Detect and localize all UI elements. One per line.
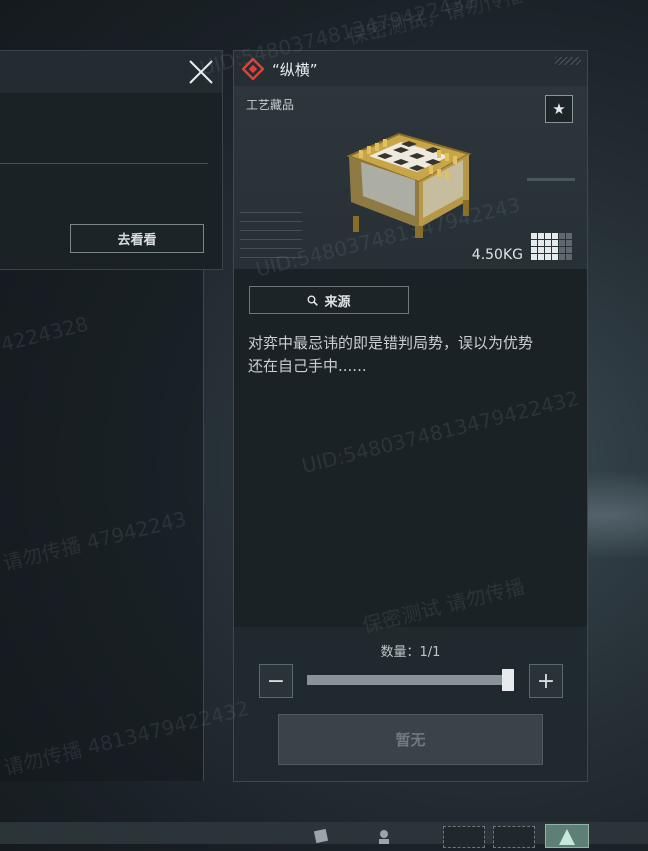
- quick-slot[interactable]: [493, 826, 535, 848]
- size-grid-cell: [566, 233, 572, 239]
- size-grid-cell: [566, 240, 572, 246]
- go-look-button[interactable]: 去看看: [70, 224, 204, 253]
- cards-icon[interactable]: [312, 828, 332, 844]
- size-grid-cell: [545, 247, 551, 253]
- minus-icon: −: [266, 668, 286, 694]
- item-detail-panel: “纵横” 工艺藏品 ★ 4.50KG 来源 对弈中最忌讳的即是错判局势，误以为优…: [233, 50, 588, 782]
- quantity-slider-thumb[interactable]: [502, 669, 514, 691]
- header-hatch-decoration: [555, 57, 581, 65]
- size-grid-cell: [566, 254, 572, 260]
- size-grid-cell: [552, 247, 558, 253]
- image-decoration-lines: [240, 210, 302, 258]
- decrease-quantity-button[interactable]: −: [259, 664, 293, 698]
- size-grid-cell: [552, 240, 558, 246]
- favorite-button[interactable]: ★: [545, 95, 573, 123]
- item-category: 工艺藏品: [246, 98, 295, 112]
- source-button-label: 来源: [324, 294, 351, 310]
- left-dialog-header: [0, 51, 222, 93]
- size-grid-cell: [552, 233, 558, 239]
- size-grid-cell: [545, 254, 551, 260]
- left-dialog: 去看看: [0, 50, 223, 270]
- diamond-icon: [242, 58, 264, 80]
- confirm-button-disabled: 暂无: [278, 714, 543, 765]
- item-image-area: 工艺藏品 ★ 4.50KG: [234, 86, 587, 269]
- image-decoration-bar: [527, 178, 575, 181]
- item-weight: 4.50KG: [471, 247, 523, 263]
- size-grid-cell: [552, 254, 558, 260]
- quantity-slider[interactable]: [307, 675, 513, 685]
- size-grid-cell: [559, 233, 565, 239]
- size-grid-cell: [559, 254, 565, 260]
- size-grid-cell: [566, 247, 572, 253]
- size-grid-cell: [559, 247, 565, 253]
- plus-icon: +: [536, 668, 556, 694]
- increase-quantity-button[interactable]: +: [529, 664, 563, 698]
- quantity-section: 数量：1/1 − + 暂无: [234, 627, 587, 781]
- user-icon[interactable]: [376, 828, 396, 844]
- size-grid-cell: [545, 233, 551, 239]
- size-grid-cell: [538, 254, 544, 260]
- item-size-grid: [531, 233, 573, 261]
- item-description-line: 对弈中最忌讳的即是错判局势，误以为优势: [248, 334, 534, 352]
- quick-slot[interactable]: [443, 826, 485, 848]
- close-icon[interactable]: [188, 59, 214, 85]
- size-grid-cell: [545, 240, 551, 246]
- size-grid-cell: [559, 240, 565, 246]
- source-button[interactable]: 来源: [249, 286, 409, 314]
- active-slot[interactable]: [545, 824, 589, 848]
- size-grid-cell: [531, 240, 537, 246]
- item-description: 对弈中最忌讳的即是错判局势，误以为优势 还在自己手中......: [248, 332, 578, 378]
- search-icon: [307, 295, 319, 306]
- size-grid-cell: [538, 240, 544, 246]
- bottom-toolbar: [0, 822, 648, 848]
- item-header: “纵横”: [234, 51, 587, 86]
- left-dialog-divider: [0, 163, 208, 164]
- size-grid-cell: [531, 247, 537, 253]
- watermark: 保密测试，请勿传播: [345, 0, 526, 50]
- size-grid-cell: [531, 254, 537, 260]
- item-title: “纵横”: [272, 61, 318, 79]
- left-background-panel: [0, 268, 204, 781]
- star-icon: ★: [552, 100, 566, 118]
- size-grid-cell: [538, 233, 544, 239]
- item-description-line: 还在自己手中......: [248, 357, 367, 375]
- size-grid-cell: [538, 247, 544, 253]
- size-grid-cell: [531, 233, 537, 239]
- chess-box-image: [346, 132, 472, 238]
- quantity-label: 数量：1/1: [380, 645, 441, 660]
